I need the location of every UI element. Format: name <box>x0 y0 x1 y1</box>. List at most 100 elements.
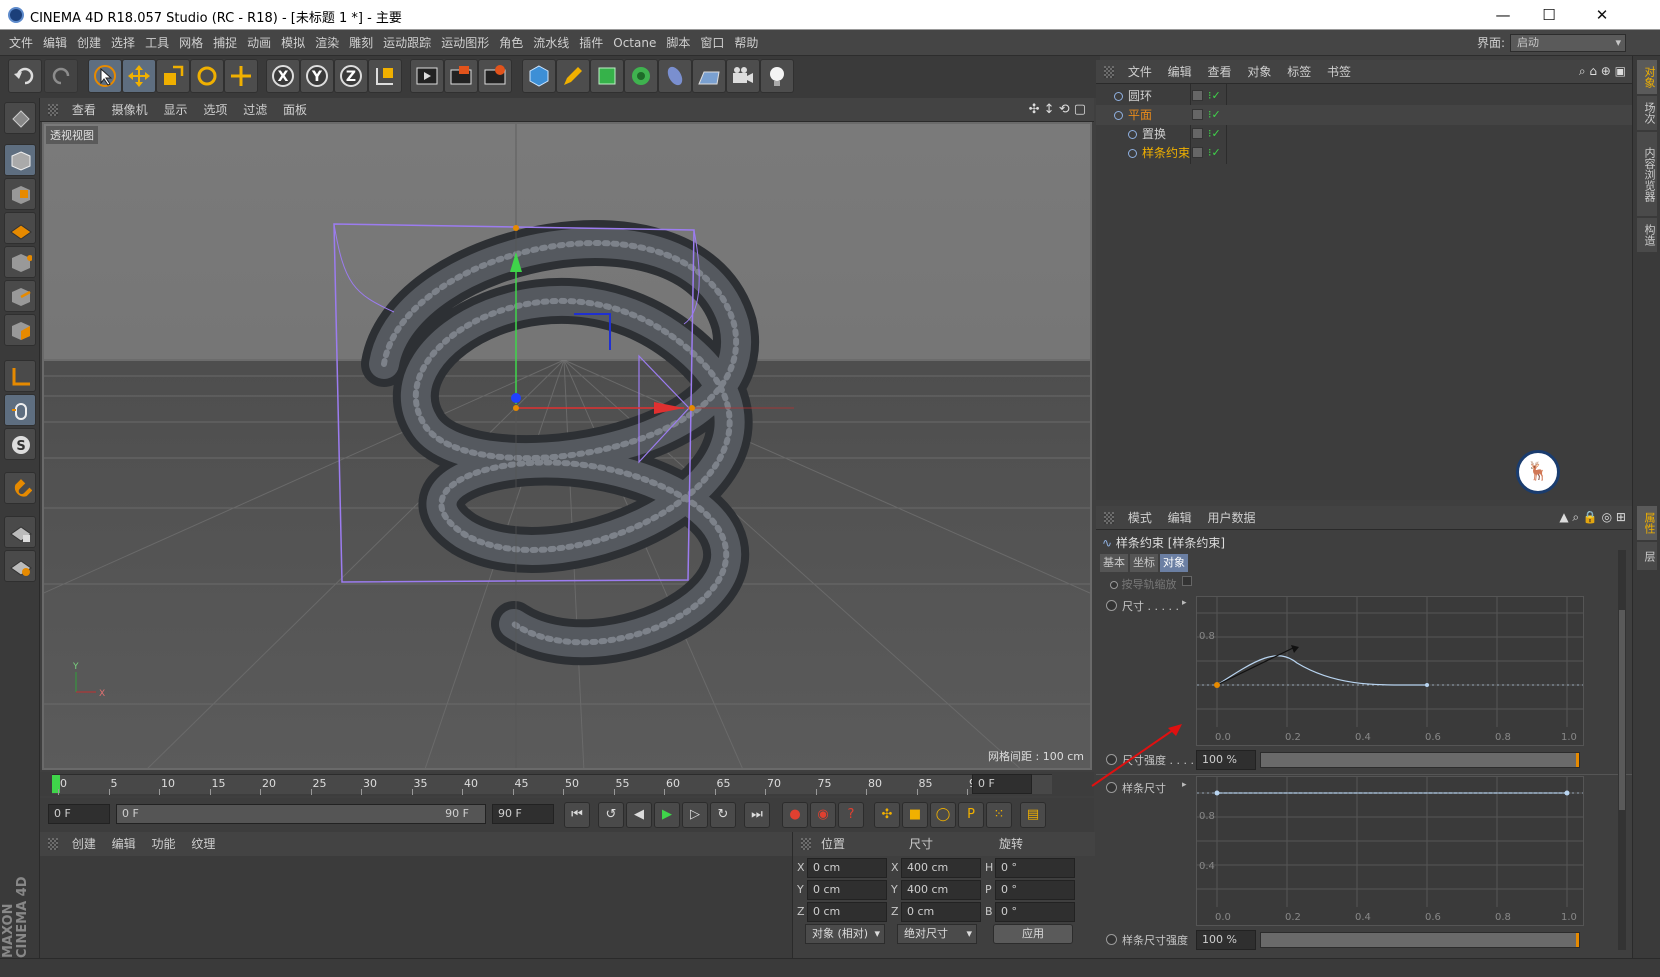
panel-grip-icon[interactable] <box>48 838 58 850</box>
start-frame-field[interactable]: 0 F <box>48 804 110 824</box>
end-frame-field[interactable]: 90 F <box>492 804 554 824</box>
coordinate-system-button[interactable] <box>368 59 402 93</box>
layer-swatch-icon[interactable] <box>1192 90 1203 101</box>
object-menu-file[interactable]: 文件 <box>1122 60 1158 84</box>
visibility-check-icon[interactable]: ⁝✓ <box>1208 143 1221 163</box>
object-menu-tags[interactable]: 标签 <box>1281 60 1317 84</box>
prev-key-button[interactable]: ↺ <box>598 802 624 828</box>
rotation-field[interactable]: 0 ° <box>995 858 1075 878</box>
object-menu-edit[interactable]: 编辑 <box>1162 60 1198 84</box>
menu-item-14[interactable]: 流水线 <box>528 30 574 56</box>
tab-coord[interactable]: 坐标 <box>1130 554 1158 572</box>
menu-item-0[interactable]: 文件 <box>4 30 38 56</box>
render-settings-button[interactable] <box>478 59 512 93</box>
model-mode-button[interactable] <box>4 144 36 176</box>
floor-button[interactable] <box>692 59 726 93</box>
timeline[interactable]: 051015202530354045505560657075808590 0 F <box>40 772 1094 796</box>
redo-button[interactable] <box>44 59 78 93</box>
menu-item-5[interactable]: 网格 <box>174 30 208 56</box>
spline-size-strength-field[interactable]: 100 % <box>1196 930 1256 950</box>
viewport-menu-camera[interactable]: 摄像机 <box>106 98 154 122</box>
auto-key-button[interactable]: ◉ <box>810 802 836 828</box>
pen-button[interactable] <box>556 59 590 93</box>
camera-button[interactable] <box>726 59 760 93</box>
menu-item-2[interactable]: 创建 <box>72 30 106 56</box>
size-strength-field[interactable]: 100 % <box>1196 750 1256 770</box>
viewport-menu-filter[interactable]: 过滤 <box>237 98 273 122</box>
material-menu-texture[interactable]: 纹理 <box>185 832 221 856</box>
spline-size-strength-slider[interactable] <box>1260 932 1580 948</box>
polygons-mode-button[interactable] <box>4 314 36 346</box>
go-to-end-button[interactable]: ⏭ <box>744 802 770 828</box>
viewport-menu-view[interactable]: 查看 <box>66 98 102 122</box>
x-axis-button[interactable]: X <box>266 59 300 93</box>
menu-item-9[interactable]: 渲染 <box>310 30 344 56</box>
side-tab-structure[interactable]: 构造 <box>1637 218 1657 252</box>
menu-item-17[interactable]: 脚本 <box>661 30 695 56</box>
points-mode-button[interactable] <box>4 246 36 278</box>
position-field[interactable]: 0 cm <box>807 858 887 878</box>
layer-swatch-icon[interactable] <box>1192 109 1203 120</box>
current-frame-field[interactable]: 0 F <box>972 774 1032 794</box>
attribute-scrollbar[interactable] <box>1618 550 1626 950</box>
visibility-check-icon[interactable]: ⁝✓ <box>1208 105 1221 125</box>
position-field[interactable]: 0 cm <box>807 902 887 922</box>
close-button[interactable]: ✕ <box>1572 0 1632 30</box>
key-scale-button[interactable]: ■ <box>902 802 928 828</box>
position-field[interactable]: 0 cm <box>807 880 887 900</box>
size-field[interactable]: 400 cm <box>901 880 981 900</box>
material-manager-area[interactable] <box>40 856 792 960</box>
light-button[interactable] <box>760 59 794 93</box>
size-curve-graph[interactable]: 0.0 0.2 0.4 0.6 0.8 1.0 0.8 <box>1196 596 1584 746</box>
menu-item-12[interactable]: 运动图形 <box>436 30 494 56</box>
y-axis-button[interactable]: Y <box>300 59 334 93</box>
object-menu-objects[interactable]: 对象 <box>1241 60 1277 84</box>
texture-mode-button[interactable] <box>4 178 36 210</box>
prev-frame-button[interactable]: ◀ <box>626 802 652 828</box>
cube-button[interactable] <box>522 59 556 93</box>
side-tab-objects[interactable]: 对象 <box>1637 60 1657 94</box>
coord-mode-select[interactable]: 对象 (相对) ▾ <box>805 924 885 944</box>
object-row[interactable]: 圆环 ⁝✓ <box>1096 86 1632 106</box>
scale-button[interactable] <box>156 59 190 93</box>
menu-item-16[interactable]: Octane <box>608 30 661 56</box>
size-strength-slider[interactable] <box>1260 752 1580 768</box>
menu-item-13[interactable]: 角色 <box>494 30 528 56</box>
play-button[interactable]: ▶ <box>654 802 680 828</box>
scale-by-rail-checkbox[interactable] <box>1182 576 1192 586</box>
next-key-button[interactable]: ↻ <box>710 802 736 828</box>
magnet-button[interactable] <box>4 472 36 504</box>
size-animate-radio[interactable] <box>1106 600 1117 611</box>
workplane-snap-button[interactable] <box>4 550 36 582</box>
transform-button[interactable] <box>224 59 258 93</box>
object-list[interactable]: 圆环 ⁝✓ 平面 ⁝✓ 置换 ⁝✓ 样条约束 ⁝✓ 🦌 <box>1096 84 1632 500</box>
undo-button[interactable] <box>8 59 42 93</box>
tab-basic[interactable]: 基本 <box>1100 554 1128 572</box>
visibility-check-icon[interactable]: ⁝✓ <box>1208 124 1221 144</box>
panel-grip-icon[interactable] <box>1104 66 1114 78</box>
panel-grip-icon[interactable] <box>801 838 811 850</box>
menu-item-4[interactable]: 工具 <box>140 30 174 56</box>
object-name[interactable]: 置换 <box>1142 124 1166 144</box>
axis-mode-button[interactable] <box>4 360 36 392</box>
menu-item-18[interactable]: 窗口 <box>695 30 729 56</box>
menu-item-19[interactable]: 帮助 <box>729 30 763 56</box>
deformer-button[interactable] <box>658 59 692 93</box>
layer-swatch-icon[interactable] <box>1192 128 1203 139</box>
material-menu-edit[interactable]: 编辑 <box>106 832 142 856</box>
edges-mode-button[interactable] <box>4 280 36 312</box>
rotation-field[interactable]: 0 ° <box>995 902 1075 922</box>
render-picture-viewer-button[interactable] <box>444 59 478 93</box>
viewport-menu-options[interactable]: 选项 <box>197 98 233 122</box>
cloner-button[interactable] <box>624 59 658 93</box>
menu-item-11[interactable]: 运动跟踪 <box>378 30 436 56</box>
attribute-menu-edit[interactable]: 编辑 <box>1162 506 1198 530</box>
perspective-viewport[interactable]: 透视视图 Y X 网格间距: 100 cm <box>42 122 1092 770</box>
object-row[interactable]: 平面 ⁝✓ <box>1096 105 1632 125</box>
menu-item-7[interactable]: 动画 <box>242 30 276 56</box>
object-manager-tools-icons[interactable]: ⌕ ⌂ ⊕ ▣ <box>1579 64 1626 79</box>
make-editable-button[interactable] <box>4 102 36 134</box>
layout-select[interactable]: 启动 ▾ <box>1510 34 1626 52</box>
rotate-button[interactable] <box>190 59 224 93</box>
subdivision-button[interactable] <box>590 59 624 93</box>
